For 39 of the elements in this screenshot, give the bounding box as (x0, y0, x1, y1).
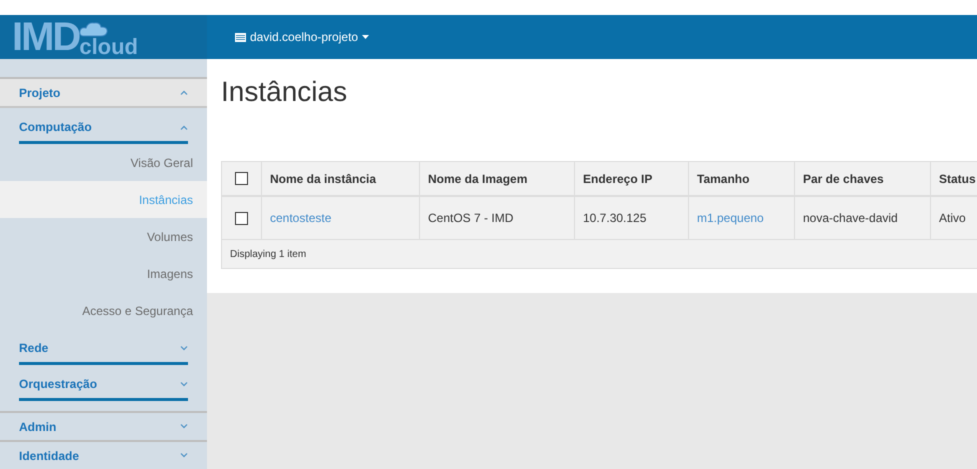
checkbox[interactable] (235, 172, 248, 185)
column-header: Nome da Imagem (420, 162, 575, 195)
logo-subtext: cloud (79, 37, 138, 57)
sidebar-item[interactable]: Imagens (0, 255, 207, 292)
sidebar-item[interactable]: Instâncias (0, 181, 207, 218)
column-header: Endereço IP (575, 162, 689, 195)
table-footer: Displaying 1 item (230, 246, 306, 262)
table-cell-text: 10.7.30.125 (583, 210, 646, 227)
sidebar-item[interactable]: Acesso e Segurança (0, 292, 207, 329)
sidebar-item[interactable]: Volumes (0, 218, 207, 255)
table-link[interactable]: centosteste (270, 209, 332, 227)
column-header: Tamanho (689, 162, 795, 195)
page-title: Instâncias (221, 75, 348, 109)
sidebar-section[interactable]: Projeto (0, 79, 207, 106)
sidebar-section[interactable]: Admin (0, 413, 207, 440)
chevron-down-icon (180, 453, 188, 458)
chevron-up-icon (180, 124, 188, 130)
project-dropdown[interactable]: david.coelho-projeto (235, 28, 370, 46)
logo-text: IMD (12, 17, 80, 57)
chevron-down-icon (180, 382, 188, 386)
checkbox[interactable] (235, 212, 248, 224)
chevron-down-icon (180, 424, 188, 429)
table-cell-text: Ativo (939, 210, 966, 227)
column-header: Nome da instância (262, 162, 420, 195)
chevron-up-icon (180, 90, 188, 95)
cloud-icon (79, 21, 110, 37)
table-link[interactable]: m1.pequeno (697, 209, 764, 227)
column-header: Par de chaves (795, 162, 931, 195)
table-cell-text: nova-chave-david (803, 210, 898, 227)
list-icon (235, 32, 246, 42)
chevron-down-icon (180, 346, 188, 350)
sidebar-group[interactable]: Computação (19, 118, 188, 144)
caret-icon (362, 35, 370, 39)
sidebar-item[interactable]: Visão Geral (0, 144, 207, 181)
column-header: Status (931, 162, 977, 195)
sidebar-group[interactable]: Rede (19, 339, 188, 365)
sidebar-group[interactable]: Orquestração (19, 375, 188, 401)
sidebar-section[interactable]: Identidade (0, 442, 207, 469)
table-cell-text: CentOS 7 - IMD (428, 210, 514, 227)
